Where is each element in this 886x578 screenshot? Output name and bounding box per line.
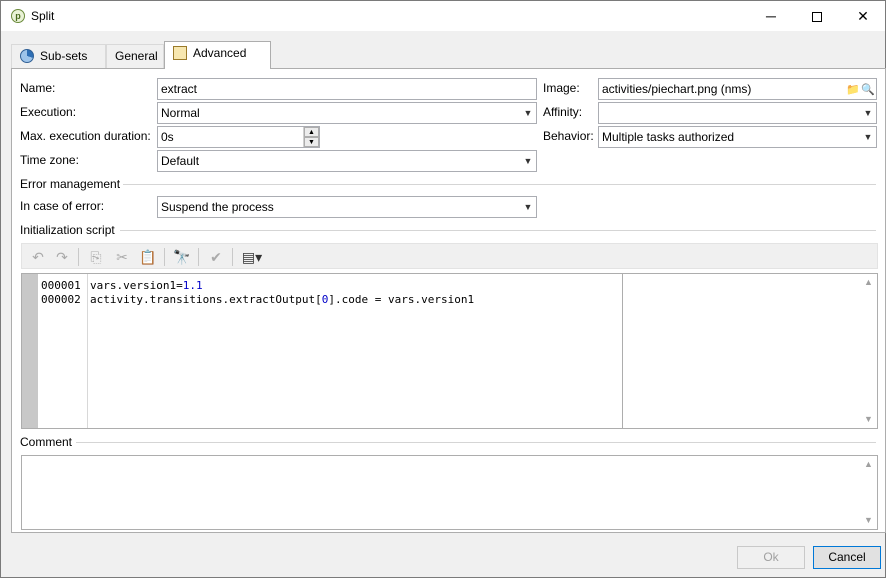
on-error-select[interactable]: Suspend the process ▼ — [157, 196, 537, 218]
check-syntax-icon[interactable]: ✔ — [206, 247, 226, 267]
insert-dropdown-icon[interactable]: ▤▾ — [238, 247, 266, 267]
on-error-label: In case of error: — [20, 199, 105, 213]
error-section-divider — [122, 184, 876, 185]
find-binoculars-icon[interactable]: 🔭 — [172, 247, 192, 267]
timezone-select[interactable]: Default ▼ — [157, 150, 537, 172]
split-dialog: p Split ─ ✕ Sub-sets General Advanced Na… — [0, 0, 886, 578]
comment-section-divider — [76, 442, 876, 443]
image-field[interactable]: activities/piechart.png (nms) 📁 🔍 — [598, 78, 877, 100]
max-duration-value: 0s — [161, 130, 174, 144]
name-label: Name: — [20, 81, 56, 95]
toolbar-separator — [232, 248, 233, 266]
scroll-up-icon[interactable]: ▲ — [860, 456, 877, 473]
folder-icon[interactable]: 📁 — [846, 83, 860, 97]
behavior-select[interactable]: Multiple tasks authorized ▼ — [598, 126, 877, 148]
redo-icon[interactable]: ↷ — [52, 247, 72, 267]
chevron-down-icon: ▼ — [523, 202, 533, 212]
script-section-title: Initialization script — [20, 223, 118, 237]
cut-icon[interactable]: ✂ — [112, 247, 132, 267]
copy-icon[interactable]: ⎘ — [86, 247, 106, 267]
tab-label: Advanced — [193, 46, 247, 60]
toolbar-separator — [164, 248, 165, 266]
line-number: 000002 — [41, 293, 81, 306]
close-button[interactable]: ✕ — [840, 1, 886, 31]
tab-advanced[interactable]: Advanced — [164, 41, 271, 69]
toolbar-separator — [78, 248, 79, 266]
comment-section-title: Comment — [20, 435, 76, 449]
scroll-down-icon[interactable]: ▼ — [860, 512, 877, 529]
editor-split-divider[interactable] — [622, 274, 623, 428]
paste-icon[interactable]: 📋 — [138, 247, 158, 267]
image-value: activities/piechart.png (nms) — [602, 82, 752, 96]
tab-sub-sets[interactable]: Sub-sets — [11, 44, 106, 68]
chevron-down-icon: ▼ — [863, 132, 873, 142]
undo-icon[interactable]: ↶ — [28, 247, 48, 267]
timezone-value: Default — [161, 154, 200, 168]
advanced-icon — [173, 46, 187, 60]
behavior-value: Multiple tasks authorized — [602, 130, 735, 144]
maximize-button[interactable] — [794, 1, 840, 31]
comment-textarea[interactable]: ▲ ▼ — [21, 455, 878, 530]
window-title: Split — [31, 9, 55, 23]
app-icon: p — [11, 9, 25, 23]
magnifier-icon[interactable]: 🔍 — [861, 83, 875, 97]
scroll-down-icon[interactable]: ▼ — [860, 411, 877, 428]
chevron-down-icon: ▼ — [523, 108, 533, 118]
execution-value: Normal — [161, 106, 200, 120]
error-section-title: Error management — [20, 177, 124, 191]
comment-scrollbar[interactable]: ▲ ▼ — [860, 456, 877, 529]
on-error-value: Suspend the process — [161, 200, 274, 214]
affinity-label: Affinity: — [543, 105, 583, 119]
script-toolbar: ↶ ↷ ⎘ ✂ 📋 🔭 ✔ ▤▾ — [21, 243, 878, 269]
piechart-icon — [20, 49, 34, 63]
max-duration-field[interactable]: 0s ▲ ▼ — [157, 126, 320, 148]
scroll-up-icon[interactable]: ▲ — [860, 274, 877, 291]
timezone-label: Time zone: — [20, 153, 79, 167]
code-line: vars.version1=1.1 — [90, 279, 203, 292]
editor-scrollbar[interactable]: ▲ ▼ — [860, 274, 877, 428]
ok-button[interactable]: Ok — [737, 546, 805, 569]
cancel-button[interactable]: Cancel — [813, 546, 881, 569]
stepper-up-icon[interactable]: ▲ — [304, 127, 319, 137]
script-section-divider — [120, 230, 876, 231]
line-number: 000001 — [41, 279, 81, 292]
execution-label: Execution: — [20, 105, 77, 119]
execution-select[interactable]: Normal ▼ — [157, 102, 537, 124]
image-label: Image: — [543, 81, 580, 95]
advanced-panel: Name: extract Execution: Normal ▼ Max. e… — [11, 68, 886, 533]
stepper-down-icon[interactable]: ▼ — [304, 137, 319, 147]
affinity-select[interactable]: ▼ — [598, 102, 877, 124]
title-bar: p Split ─ ✕ — [1, 1, 885, 31]
tab-label: Sub-sets — [40, 49, 88, 63]
script-editor[interactable]: 000001 vars.version1=1.1 000002 activity… — [21, 273, 878, 429]
duration-stepper[interactable]: ▲ ▼ — [303, 127, 319, 147]
toolbar-separator — [198, 248, 199, 266]
behavior-label: Behavior: — [543, 129, 594, 143]
chevron-down-icon: ▼ — [523, 156, 533, 166]
editor-margin — [22, 274, 38, 428]
tab-general[interactable]: General — [106, 44, 164, 68]
max-duration-label: Max. execution duration: — [20, 129, 151, 143]
tab-label: General — [115, 49, 158, 63]
name-field[interactable]: extract — [157, 78, 537, 100]
minimize-button[interactable]: ─ — [748, 1, 794, 31]
chevron-down-icon: ▼ — [863, 108, 873, 118]
code-line: activity.transitions.extractOutput[0].co… — [90, 293, 475, 306]
